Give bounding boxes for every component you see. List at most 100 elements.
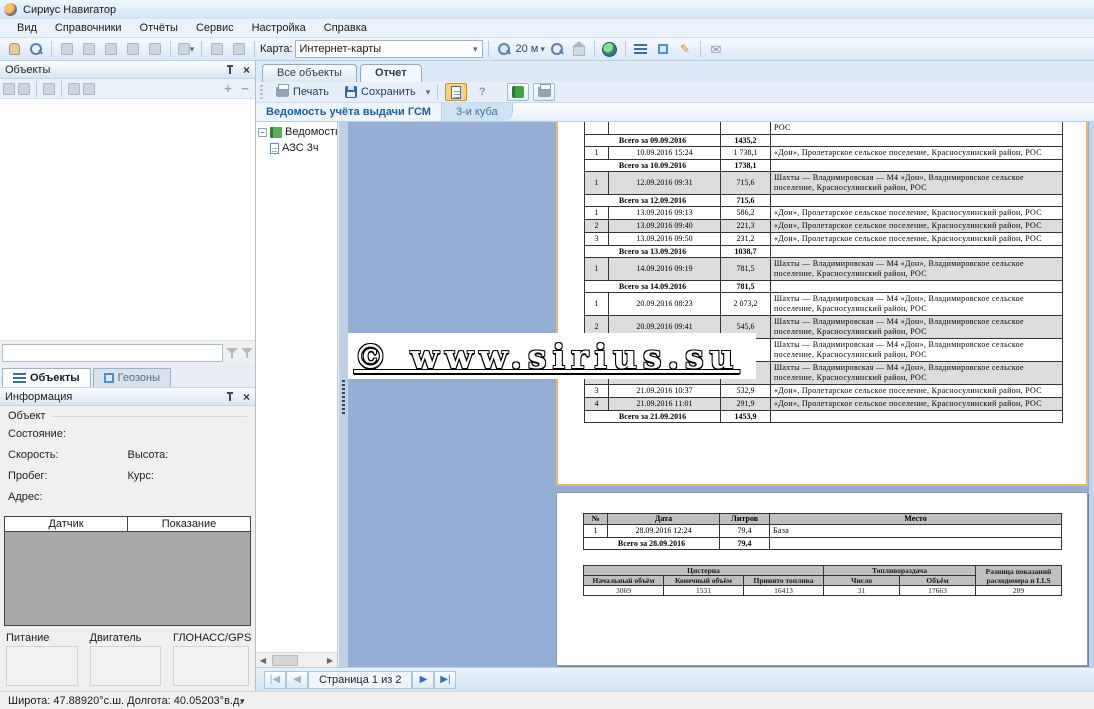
tree-splitter[interactable] — [339, 122, 348, 667]
cell-place — [771, 246, 1063, 258]
chevron-down-icon: ▾ — [190, 44, 195, 55]
toolbar-grip[interactable] — [260, 85, 263, 99]
draw-circle-button[interactable] — [101, 40, 121, 59]
total-label: Всего за 28.09.2016 — [584, 538, 720, 550]
menu-servis[interactable]: Сервис — [187, 20, 243, 36]
menu-spravka[interactable]: Справка — [315, 20, 376, 36]
menu-spravochniki[interactable]: Справочники — [46, 20, 131, 36]
col-end-volume: Конечный объём — [664, 576, 744, 586]
left-bottom-tabs: Объекты Геозоны — [0, 364, 255, 388]
close-icon[interactable]: × — [243, 392, 250, 402]
tab-all-objects[interactable]: Все объекты — [262, 64, 357, 82]
zoom-out-button[interactable] — [547, 40, 567, 59]
vehicle-icon[interactable] — [68, 83, 80, 95]
col-count: Число — [824, 576, 900, 586]
draw-polygon-button[interactable] — [145, 40, 165, 59]
zoom-select-button[interactable] — [26, 40, 46, 59]
table-row: 3 21.09.2016 10:37 532,9 «Дон», Пролетар… — [585, 385, 1063, 398]
messages-button[interactable]: ✉ — [706, 40, 726, 59]
pin-icon[interactable] — [225, 392, 235, 402]
pin-icon[interactable] — [225, 65, 235, 75]
total-label: Всего за 09.09.2016 — [585, 135, 721, 147]
tab-3i-kuba[interactable]: 3-и куба — [442, 103, 513, 121]
tab-objects[interactable]: Объекты — [2, 368, 91, 387]
engine-indicator-box — [90, 646, 162, 686]
objects-tree[interactable] — [0, 99, 255, 341]
tab-geozones[interactable]: Геозоны — [93, 368, 171, 387]
scroll-left-icon[interactable]: ◀ — [256, 656, 270, 665]
objects-list-button[interactable] — [631, 40, 651, 59]
layers-button[interactable]: ▾ — [176, 40, 196, 59]
first-page-button[interactable]: |◀ — [264, 671, 286, 689]
menu-nastroika[interactable]: Настройка — [243, 20, 315, 36]
tab-vedomost-gsm[interactable]: Ведомость учёта выдачи ГСМ — [256, 103, 442, 121]
last-page-button[interactable]: ▶| — [434, 671, 456, 689]
filter-icon[interactable] — [226, 347, 238, 359]
tree-node-child[interactable]: АЗС 3ч — [270, 142, 337, 154]
zoom-level-value: 20 м — [516, 43, 539, 55]
scroll-right-icon[interactable]: ▶ — [323, 656, 337, 665]
object-search-input[interactable] — [2, 344, 223, 362]
filter-clear-icon[interactable] — [241, 347, 253, 359]
cell-date: 13.09.2016 09:50 — [609, 233, 721, 246]
indicator-groups: Питание Двигатель ГЛОНАСС/GPS — [0, 626, 255, 686]
save-dropdown-arrow[interactable]: ▾ — [426, 87, 431, 98]
cell-place: Шахты — Владимировская — М4 «Дон», Влади… — [771, 339, 1063, 362]
save-button[interactable]: Сохранить — [339, 85, 422, 99]
report-params-button[interactable] — [507, 83, 529, 101]
sphere-icon[interactable] — [83, 83, 95, 95]
tree-node-root[interactable]: − Ведомость — [258, 126, 337, 138]
value-start-volume: 3069 — [584, 586, 664, 596]
binoculars-icon[interactable] — [18, 83, 30, 95]
prev-page-button[interactable]: ◀ — [286, 671, 308, 689]
question-icon: ? — [479, 86, 486, 98]
measure-button[interactable] — [207, 40, 227, 59]
cell-date — [609, 122, 721, 135]
page-setup-button[interactable] — [533, 83, 555, 101]
title-bar: Сириус Навигатор — [0, 0, 1094, 19]
select-rect-button[interactable] — [57, 40, 77, 59]
remove-object-button[interactable]: − — [238, 81, 252, 96]
cell-date: 12.09.2016 09:31 — [609, 172, 721, 195]
menu-vid[interactable]: Вид — [8, 20, 46, 36]
viewer-vertical-scrollbar[interactable] — [1089, 122, 1094, 667]
select-rect-icon — [61, 43, 73, 55]
pan-button[interactable] — [4, 40, 24, 59]
floppy-icon — [345, 86, 357, 98]
sensor-table: Датчик Показание — [4, 516, 251, 626]
help-button[interactable]: ? — [471, 83, 493, 101]
dispense-group-header: Топливораздача — [824, 566, 976, 576]
preview-toggle-button[interactable] — [445, 83, 467, 101]
draw-rect-button[interactable] — [123, 40, 143, 59]
select-lasso-button[interactable] — [79, 40, 99, 59]
home-button[interactable] — [569, 40, 589, 59]
next-page-button[interactable]: ▶ — [412, 671, 434, 689]
total-label: Всего за 13.09.2016 — [585, 246, 721, 258]
group-icon[interactable] — [3, 83, 15, 95]
collapse-icon[interactable]: − — [258, 128, 267, 137]
map-select[interactable]: Интернет-карты ▾ — [295, 40, 483, 58]
status-bar: Широта: 47.88920°с.ш. Долгота: 40.05203°… — [0, 691, 1094, 709]
zoom-in-button[interactable] — [494, 40, 514, 59]
menu-otchety[interactable]: Отчёты — [131, 20, 187, 36]
globe-button[interactable] — [600, 40, 620, 59]
zoom-level-select[interactable]: 20 м ▾ — [516, 43, 545, 55]
total-label: Всего за 12.09.2016 — [585, 195, 721, 207]
tree-child-label: АЗС 3ч — [282, 142, 319, 154]
compass-button[interactable] — [229, 40, 249, 59]
cell-liters — [721, 122, 771, 135]
print-button[interactable]: Печать — [270, 85, 335, 99]
scrollbar-thumb[interactable] — [272, 655, 298, 666]
course-label: Курс: — [128, 470, 248, 482]
window-title: Сириус Навигатор — [23, 4, 116, 16]
globe-clock-icon[interactable] — [43, 83, 55, 95]
tab-report[interactable]: Отчет — [360, 64, 422, 82]
close-icon[interactable]: × — [243, 65, 250, 75]
edit-button[interactable]: ✎ — [675, 40, 695, 59]
tree-horizontal-scrollbar[interactable]: ◀ ▶ — [256, 652, 337, 667]
value-difference: 289 — [976, 586, 1062, 596]
zoom-in-icon — [497, 42, 511, 56]
geozones-button[interactable] — [653, 40, 673, 59]
add-object-button[interactable]: + — [221, 81, 235, 96]
status-dropdown-icon[interactable]: ▾ — [240, 696, 245, 707]
